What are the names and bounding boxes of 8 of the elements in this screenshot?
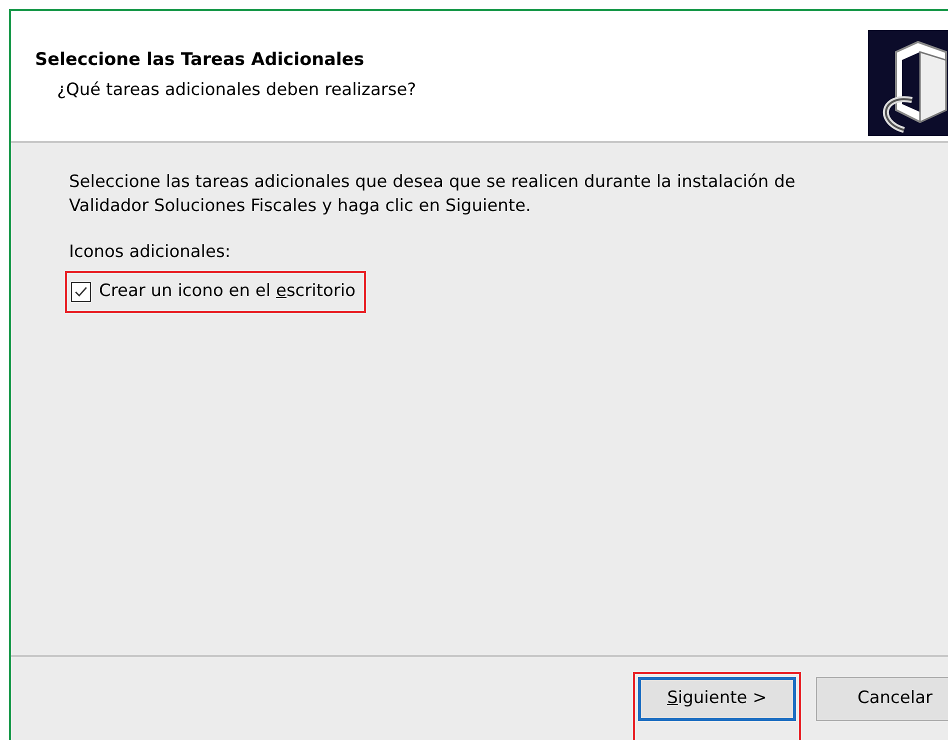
page-subtitle: ¿Qué tareas adicionales deben realizarse? [56, 79, 416, 102]
checkbox-label[interactable]: Crear un icono en el escritorio [99, 279, 356, 305]
instruction-text: Seleccione las tareas adicionales que desea que se realicen durante la instalación de Validador Soluciones Fiscales y haga clic en Siguiente. [69, 171, 796, 218]
checkbox[interactable] [71, 282, 91, 302]
cancel-button[interactable]: Cancelar [816, 677, 948, 721]
next-button[interactable]: Siguiente > [638, 677, 796, 721]
page-title: Seleccione las Tareas Adicionales [35, 49, 366, 72]
group-label: Iconos adicionales: [69, 240, 232, 264]
